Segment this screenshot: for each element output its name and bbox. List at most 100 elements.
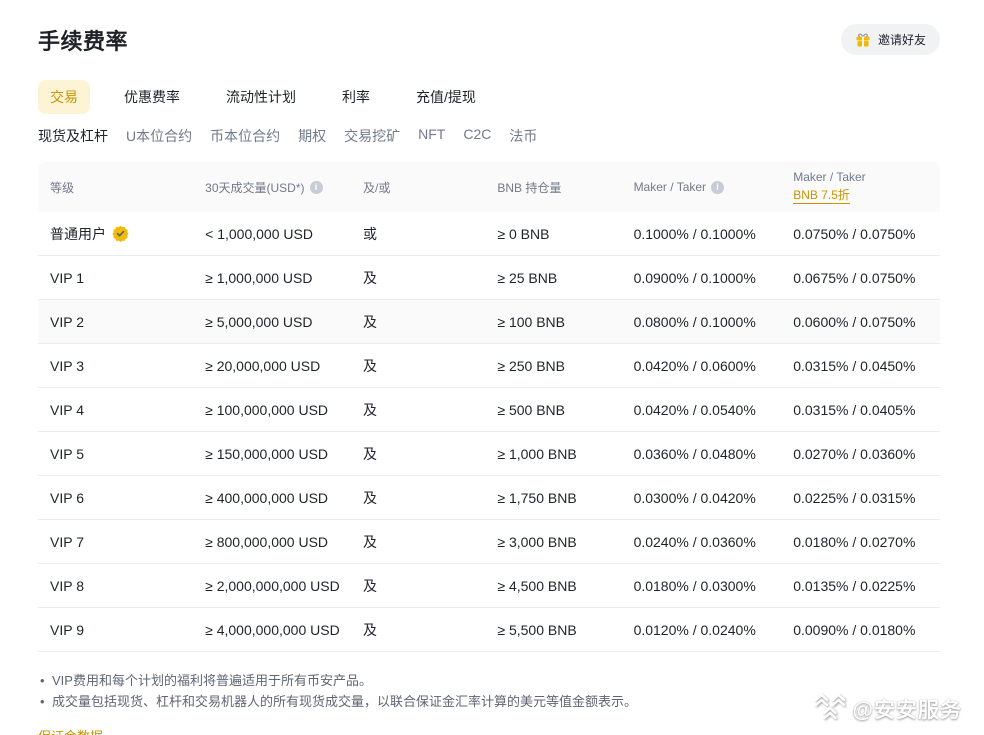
bnb-holding-value: ≥ 5,500 BNB (485, 622, 621, 638)
page-title: 手续费率 (38, 24, 128, 56)
level-cell: 普通用户 (38, 224, 193, 244)
footnotes: VIP费用和每个计划的福利将普遍适用于所有币安产品。成交量包括现货、杠杆和交易机… (38, 670, 940, 712)
level-cell: VIP 4 (38, 402, 193, 418)
table-row: VIP 7 ≥ 800,000,000 USD 及 ≥ 3,000 BNB 0.… (38, 520, 940, 564)
col-header-and-or: 及/或 (351, 179, 485, 196)
watermark-text: @安安服务 (853, 694, 962, 724)
bnb-holding-value: ≥ 3,000 BNB (485, 534, 621, 550)
volume-value: ≥ 800,000,000 USD (193, 534, 351, 550)
level-cell: VIP 1 (38, 270, 193, 286)
col-header-bnb-balance: BNB 持仓量 (485, 179, 621, 196)
maker-taker-value: 0.0240% / 0.0360% (622, 534, 782, 550)
main-tab[interactable]: 充值/提现 (404, 80, 488, 114)
sub-tab[interactable]: 期权 (298, 126, 326, 146)
level-label: VIP 2 (50, 314, 84, 330)
info-icon[interactable] (711, 181, 724, 194)
volume-value: ≥ 4,000,000,000 USD (193, 622, 351, 638)
bnb-discount-link[interactable]: BNB 7.5折 (793, 186, 850, 204)
footnote-item: VIP费用和每个计划的福利将普遍适用于所有币安产品。 (38, 670, 940, 691)
bnb-holding-value: ≥ 1,750 BNB (485, 490, 621, 506)
volume-value: < 1,000,000 USD (193, 226, 351, 242)
bnb-holding-value: ≥ 250 BNB (485, 358, 621, 374)
col-header-maker-taker-bnb: Maker / Taker BNB 7.5折 (781, 170, 940, 204)
bnb-holding-value: ≥ 500 BNB (485, 402, 621, 418)
fee-table-body: 普通用户 < 1,000,000 USD 或 ≥ 0 BNB 0.1000% /… (38, 212, 940, 652)
maker-taker-value: 0.0120% / 0.0240% (622, 622, 782, 638)
col-header-volume: 30天成交量(USD*) (193, 179, 351, 196)
and-or-value: 或 (351, 224, 485, 244)
sub-tab-label: 现货及杠杆 (38, 128, 108, 144)
chevron-diamonds-logo-icon (813, 692, 847, 725)
and-or-value: 及 (351, 620, 485, 640)
level-cell: VIP 2 (38, 314, 193, 330)
and-or-value: 及 (351, 576, 485, 596)
maker-taker-bnb-value: 0.0750% / 0.0750% (781, 226, 940, 242)
fee-rate-page: 手续费率 邀请好友 交易优惠费率流动性计划利率充值/提现 现货及杠杆 U本位合约… (0, 0, 984, 735)
maker-taker-value: 0.0420% / 0.0600% (622, 358, 782, 374)
col-header-level: 等级 (38, 179, 193, 196)
sub-tab[interactable]: 币本位合约 (210, 126, 280, 146)
level-cell: VIP 5 (38, 446, 193, 462)
level-label: VIP 8 (50, 578, 84, 594)
level-cell: VIP 7 (38, 534, 193, 550)
footnote-item: 成交量包括现货、杠杆和交易机器人的所有现货成交量，以联合保证金汇率计算的美元等值… (38, 691, 940, 712)
sub-tab-label: 币本位合约 (210, 128, 280, 144)
table-row: VIP 5 ≥ 150,000,000 USD 及 ≥ 1,000 BNB 0.… (38, 432, 940, 476)
and-or-value: 及 (351, 488, 485, 508)
table-row: VIP 2 ≥ 5,000,000 USD 及 ≥ 100 BNB 0.0800… (38, 300, 940, 344)
and-or-value: 及 (351, 444, 485, 464)
sub-tab[interactable]: NFT (418, 126, 445, 142)
volume-value: ≥ 5,000,000 USD (193, 314, 351, 330)
level-label: VIP 9 (50, 622, 84, 638)
margin-data-link[interactable]: 保证金数据 (38, 726, 103, 735)
main-tab[interactable]: 流动性计划 (214, 80, 308, 114)
sub-tab[interactable]: C2C (463, 126, 491, 142)
table-row: VIP 3 ≥ 20,000,000 USD 及 ≥ 250 BNB 0.042… (38, 344, 940, 388)
maker-taker-value: 0.0360% / 0.0480% (622, 446, 782, 462)
level-label: VIP 6 (50, 490, 84, 506)
sub-tab-label: NFT (418, 126, 445, 142)
main-tab[interactable]: 优惠费率 (112, 80, 192, 114)
sub-tab[interactable]: 交易挖矿 (344, 126, 400, 146)
level-label: VIP 4 (50, 402, 84, 418)
table-row: VIP 9 ≥ 4,000,000,000 USD 及 ≥ 5,500 BNB … (38, 608, 940, 652)
main-tabs: 交易优惠费率流动性计划利率充值/提现 (38, 80, 940, 114)
level-cell: VIP 3 (38, 358, 193, 374)
info-icon[interactable] (310, 181, 323, 194)
and-or-value: 及 (351, 356, 485, 376)
sub-tab[interactable]: U本位合约 (126, 126, 192, 146)
bnb-holding-value: ≥ 0 BNB (485, 226, 621, 242)
maker-taker-bnb-value: 0.0180% / 0.0270% (781, 534, 940, 550)
and-or-value: 及 (351, 312, 485, 332)
main-tab[interactable]: 利率 (330, 80, 382, 114)
level-label: VIP 3 (50, 358, 84, 374)
maker-taker-bnb-value: 0.0315% / 0.0405% (781, 402, 940, 418)
sub-tabs: 现货及杠杆 U本位合约 币本位合约 期权 交易挖矿 NFT C2C 法币 (38, 126, 940, 146)
maker-taker-bnb-value: 0.0270% / 0.0360% (781, 446, 940, 462)
sub-tab-label: 法币 (509, 128, 537, 144)
main-tab[interactable]: 交易 (38, 80, 90, 114)
bnb-holding-value: ≥ 25 BNB (485, 270, 621, 286)
maker-taker-value: 0.0900% / 0.1000% (622, 270, 782, 286)
level-label: VIP 7 (50, 534, 84, 550)
sub-tab-label: 交易挖矿 (344, 128, 400, 144)
maker-taker-bnb-value: 0.0225% / 0.0315% (781, 490, 940, 506)
sub-tab-label: 期权 (298, 128, 326, 144)
verified-badge-icon (112, 225, 129, 242)
sub-tab[interactable]: 现货及杠杆 (38, 126, 108, 146)
invite-friends-button[interactable]: 邀请好友 (841, 24, 940, 55)
bnb-holding-value: ≥ 1,000 BNB (485, 446, 621, 462)
volume-value: ≥ 150,000,000 USD (193, 446, 351, 462)
maker-taker-bnb-value: 0.0135% / 0.0225% (781, 578, 940, 594)
invite-friends-label: 邀请好友 (878, 31, 926, 48)
table-row: VIP 4 ≥ 100,000,000 USD 及 ≥ 500 BNB 0.04… (38, 388, 940, 432)
gift-icon (855, 32, 871, 48)
sub-tab[interactable]: 法币 (509, 126, 537, 146)
col-header-maker-taker: Maker / Taker (622, 180, 782, 194)
table-row: 普通用户 < 1,000,000 USD 或 ≥ 0 BNB 0.1000% /… (38, 212, 940, 256)
bnb-holding-value: ≥ 4,500 BNB (485, 578, 621, 594)
volume-value: ≥ 100,000,000 USD (193, 402, 351, 418)
maker-taker-value: 0.1000% / 0.1000% (622, 226, 782, 242)
page-header: 手续费率 邀请好友 (38, 24, 940, 56)
volume-value: ≥ 1,000,000 USD (193, 270, 351, 286)
